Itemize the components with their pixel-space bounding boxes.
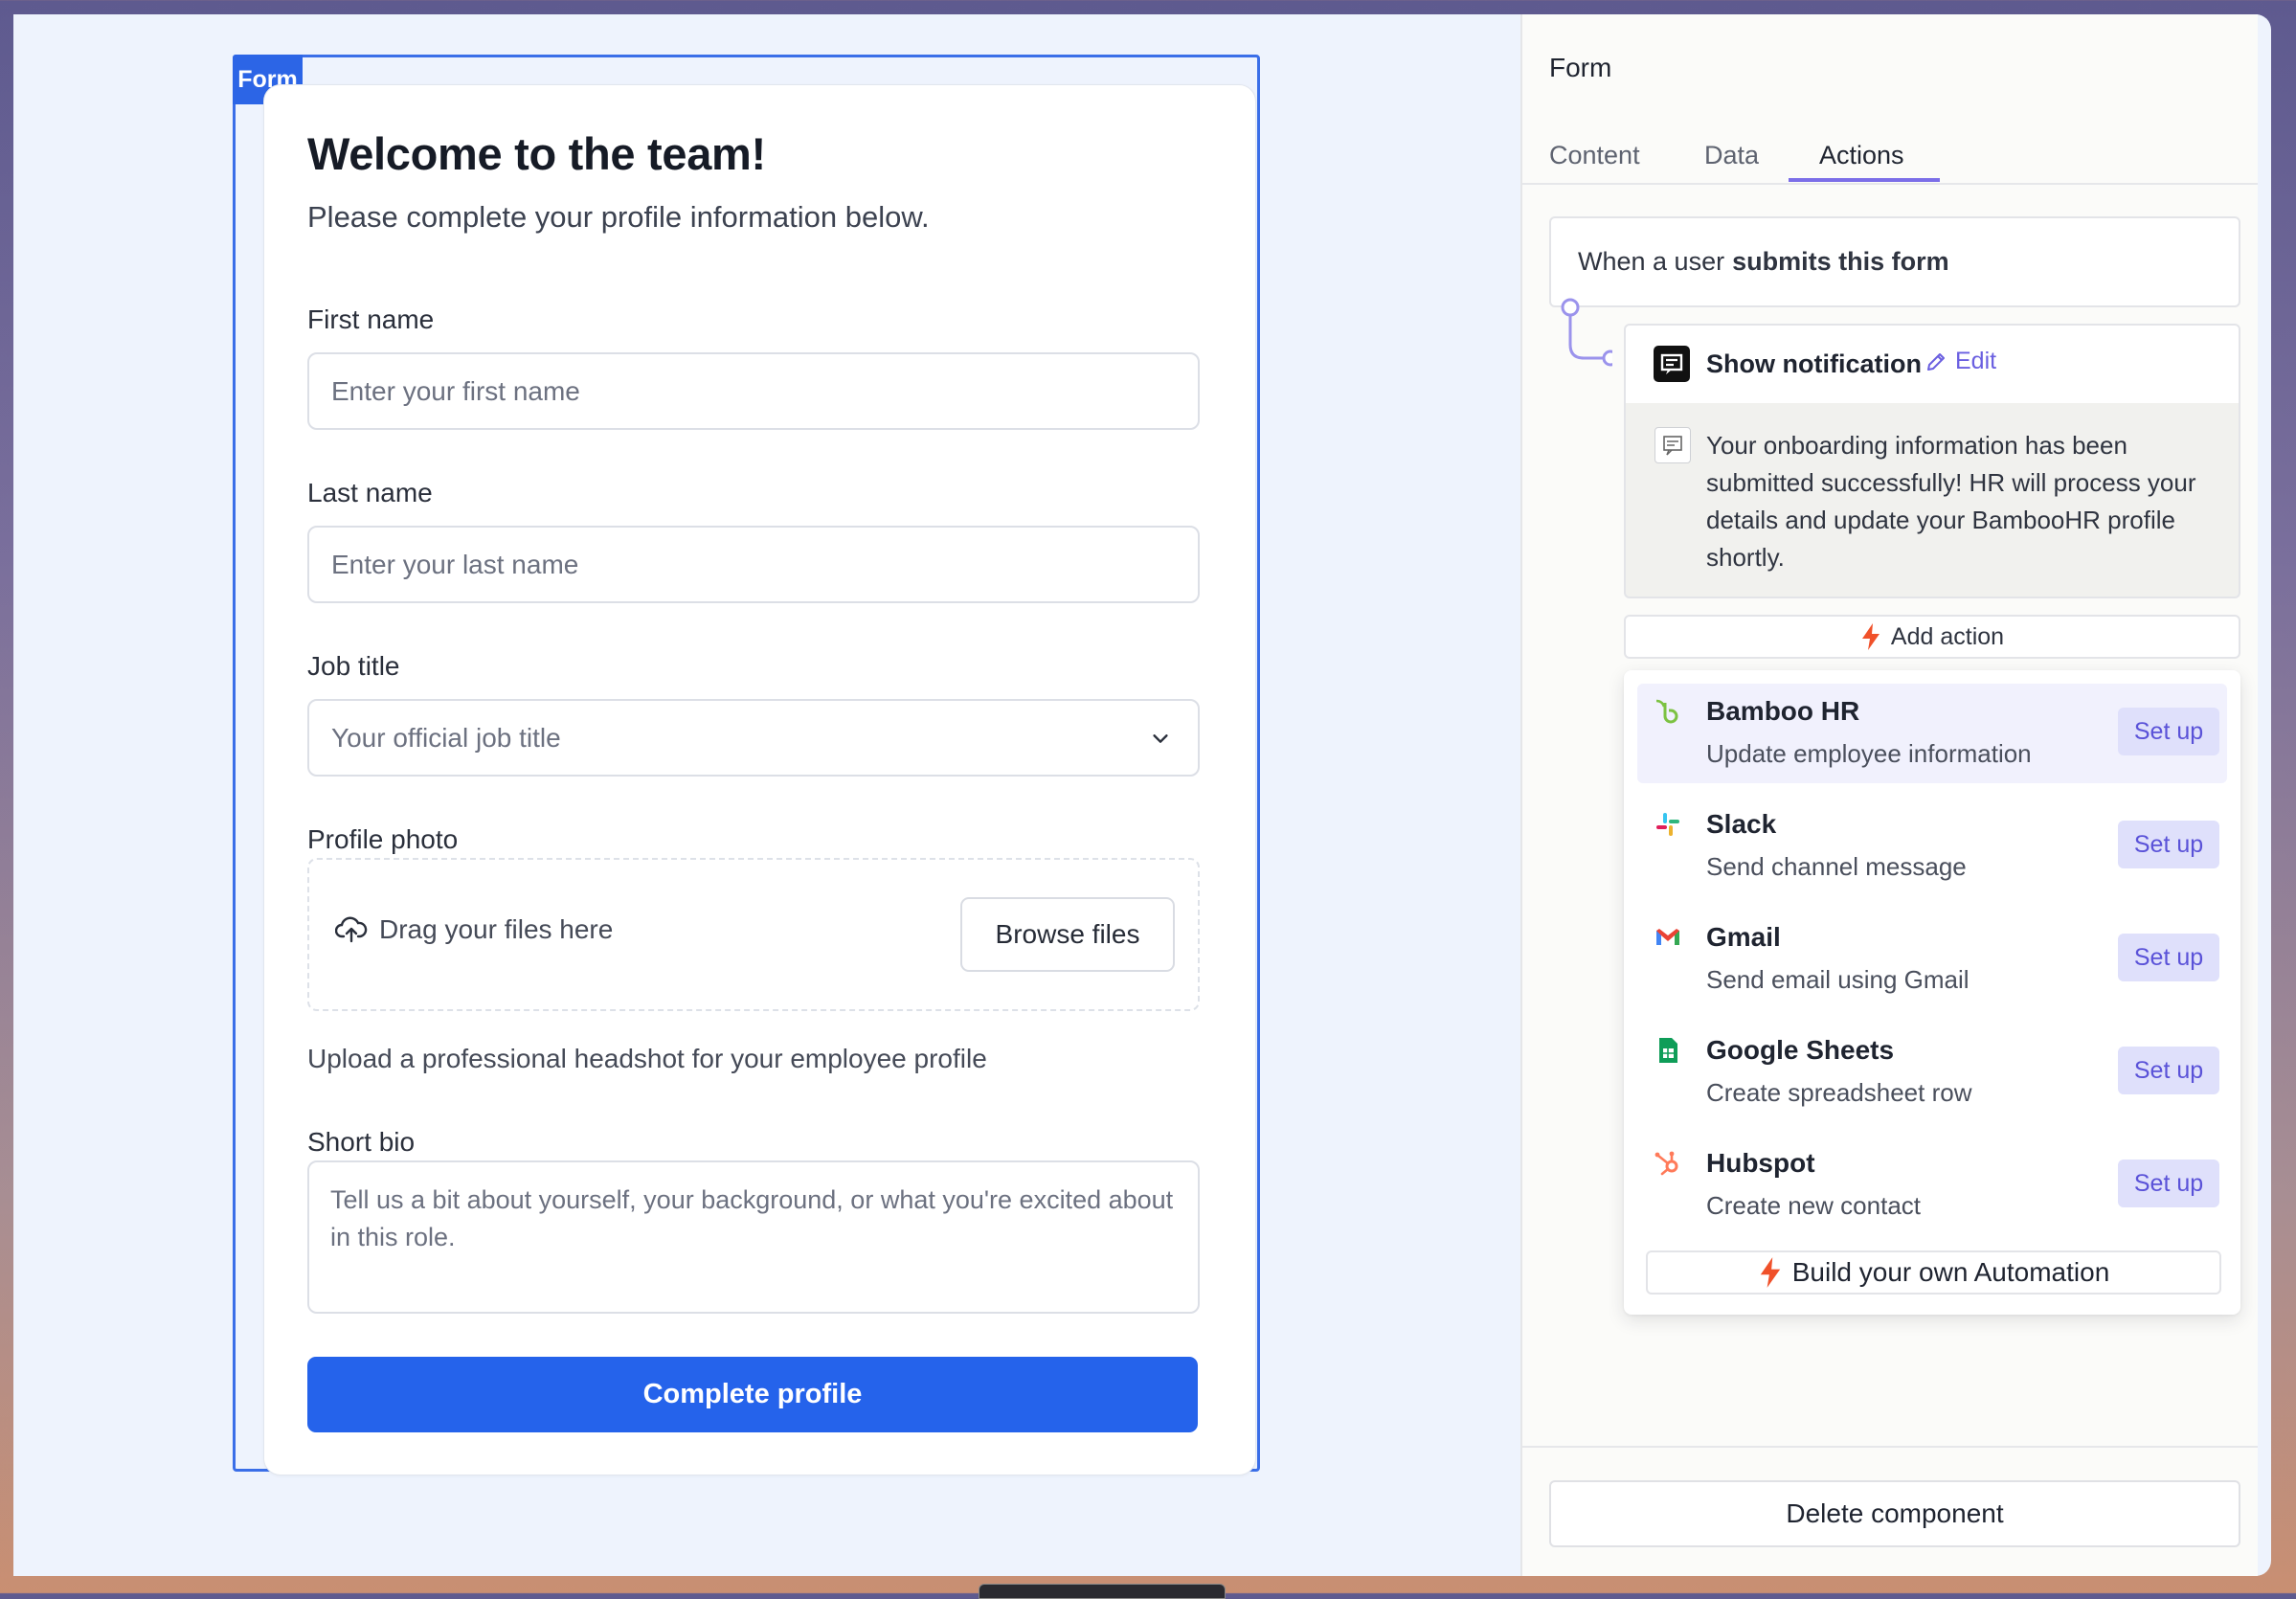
- photo-hint: Upload a professional headshot for your …: [307, 1044, 987, 1073]
- add-action-label: Add action: [1890, 622, 2005, 650]
- job-title-select[interactable]: Your official job title: [307, 699, 1200, 777]
- option-desc: Send email using Gmail: [1706, 965, 1970, 994]
- tab-content[interactable]: Content: [1549, 141, 1640, 170]
- notification-message: Your onboarding information has been sub…: [1706, 431, 2196, 572]
- delete-component-button[interactable]: Delete component: [1549, 1480, 2240, 1547]
- option-name: Gmail: [1706, 922, 1781, 952]
- browse-files-button[interactable]: Browse files: [960, 897, 1175, 972]
- lightning-icon: [1861, 623, 1880, 650]
- option-name: Hubspot: [1706, 1148, 1815, 1178]
- edit-action-button[interactable]: Edit: [1925, 348, 1996, 375]
- trigger-event: submits this form: [1732, 247, 1949, 276]
- flow-connector: [1561, 298, 1612, 367]
- first-name-label: First name: [307, 304, 435, 334]
- trigger-prefix: When a user: [1578, 247, 1725, 276]
- short-bio-textarea[interactable]: Tell us a bit about yourself, your backg…: [307, 1160, 1200, 1314]
- active-tab-indicator: [1789, 178, 1940, 182]
- drop-text: Drag your files here: [379, 914, 614, 944]
- option-name: Bamboo HR: [1706, 696, 1860, 726]
- last-name-input[interactable]: Enter your last name: [307, 526, 1200, 603]
- notification-icon: [1654, 346, 1690, 382]
- dropzone-text: Drag your files here: [335, 914, 613, 945]
- add-action-button[interactable]: Add action: [1624, 615, 2240, 659]
- build-automation-button[interactable]: Build your own Automation: [1646, 1250, 2221, 1295]
- chevron-down-icon: [1153, 734, 1168, 743]
- build-automation-label: Build your own Automation: [1791, 1257, 2110, 1287]
- setup-button[interactable]: Set up: [2118, 934, 2219, 981]
- gmail-icon: [1656, 929, 1679, 945]
- option-desc: Update employee information: [1706, 739, 2032, 768]
- action-title: Show notification: [1706, 349, 1922, 378]
- first-name-input[interactable]: Enter your first name: [307, 352, 1200, 430]
- option-desc: Send channel message: [1706, 852, 1967, 881]
- tabs-divider: [1522, 183, 2258, 185]
- option-desc: Create new contact: [1706, 1191, 1922, 1220]
- option-name: Google Sheets: [1706, 1035, 1895, 1065]
- form-subtitle: Please complete your profile information…: [307, 200, 930, 234]
- message-icon: [1654, 427, 1691, 463]
- panel-title: Form: [1549, 53, 1612, 82]
- option-name: Slack: [1706, 809, 1777, 839]
- pencil-icon: [1927, 352, 1945, 371]
- hubspot-icon: [1654, 1151, 1678, 1176]
- bamboohr-icon: [1655, 699, 1678, 724]
- tab-actions[interactable]: Actions: [1819, 141, 1904, 170]
- form-title: Welcome to the team!: [307, 128, 766, 179]
- setup-button[interactable]: Set up: [2118, 1160, 2219, 1207]
- job-title-label: Job title: [307, 651, 400, 681]
- setup-button[interactable]: Set up: [2118, 821, 2219, 868]
- setup-button[interactable]: Set up: [2118, 708, 2219, 755]
- lightning-icon: [1760, 1257, 1780, 1288]
- trigger-block[interactable]: When a user submits this form: [1549, 216, 2240, 307]
- short-bio-label: Short bio: [307, 1127, 416, 1157]
- complete-profile-button[interactable]: Complete profile: [307, 1357, 1198, 1432]
- tab-data[interactable]: Data: [1704, 141, 1759, 170]
- panel-footer-divider: [1522, 1446, 2258, 1448]
- job-title-placeholder: Your official job title: [331, 722, 561, 753]
- profile-photo-label: Profile photo: [307, 824, 459, 854]
- setup-button[interactable]: Set up: [2118, 1047, 2219, 1094]
- dock-handle: [979, 1584, 1226, 1599]
- google-sheets-icon: [1659, 1038, 1677, 1063]
- slack-icon: [1656, 813, 1679, 836]
- last-name-label: Last name: [307, 478, 433, 507]
- option-desc: Create spreadsheet row: [1706, 1078, 1972, 1107]
- upload-cloud-icon: [335, 916, 368, 943]
- edit-label: Edit: [1955, 348, 1997, 374]
